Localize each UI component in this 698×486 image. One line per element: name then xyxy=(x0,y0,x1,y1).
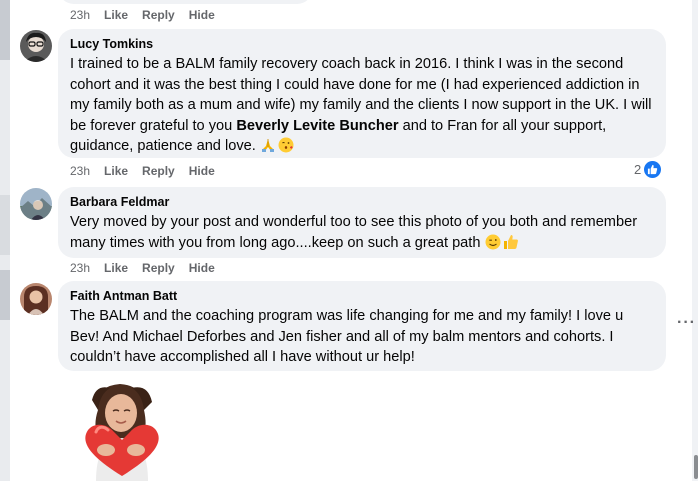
comment-timestamp[interactable]: 23h xyxy=(70,164,90,178)
comment-text: Very moved by your post and wonderful to… xyxy=(70,212,654,256)
hide-link[interactable]: Hide xyxy=(189,164,215,178)
comment-text: I trained to be a BALM family recovery c… xyxy=(70,54,654,160)
avatar-faith-antman-batt[interactable] xyxy=(20,283,52,315)
avatar-lucy-tomkins[interactable] xyxy=(20,30,52,62)
comment-bubble-barbara-feldmar: Barbara Feldmar Very moved by your post … xyxy=(58,187,666,258)
comment-actions-lucy: 23h Like Reply Hide xyxy=(70,164,229,178)
reaction-summary[interactable]: 2 xyxy=(634,161,662,178)
more-options-icon[interactable]: ··· xyxy=(677,314,696,332)
comment-bubble-lucy-tomkins: Lucy Tomkins I trained to be a BALM fami… xyxy=(58,29,666,158)
face-blowing-kiss-emoji xyxy=(278,137,294,160)
reply-link[interactable]: Reply xyxy=(142,261,175,275)
avatar-barbara-feldmar[interactable] xyxy=(20,188,52,220)
like-link[interactable]: Like xyxy=(104,8,128,22)
hide-link[interactable]: Hide xyxy=(189,261,215,275)
mentioned-user[interactable]: Beverly Levite Buncher xyxy=(236,118,398,134)
comment-actions-barbara: 23h Like Reply Hide xyxy=(70,261,229,275)
hide-link[interactable]: Hide xyxy=(189,8,215,22)
previous-comment-actions: 23h Like Reply Hide xyxy=(70,8,229,22)
comment-text: The BALM and the coaching program was li… xyxy=(70,308,624,365)
comment-author[interactable]: Lucy Tomkins xyxy=(70,37,654,51)
thumbs-up-emoji xyxy=(503,234,519,257)
comment-timestamp[interactable]: 23h xyxy=(70,8,90,22)
comment-bubble-faith-antman-batt: Faith Antman Batt The BALM and the coach… xyxy=(58,281,666,371)
like-link[interactable]: Like xyxy=(104,164,128,178)
folded-hands-emoji xyxy=(260,137,276,160)
like-link[interactable]: Like xyxy=(104,261,128,275)
scrollbar[interactable] xyxy=(692,0,698,481)
scrollbar-thumb[interactable] xyxy=(694,455,698,479)
thumbs-up-icon xyxy=(644,161,662,178)
comment-author[interactable]: Barbara Feldmar xyxy=(70,195,654,209)
reply-link[interactable]: Reply xyxy=(142,164,175,178)
reply-link[interactable]: Reply xyxy=(142,8,175,22)
hugging-heart-avatar-sticker xyxy=(76,380,168,481)
previous-comment-bubble xyxy=(58,0,313,4)
left-edge-strip xyxy=(0,0,10,481)
comment-timestamp[interactable]: 23h xyxy=(70,261,90,275)
comment-author[interactable]: Faith Antman Batt xyxy=(70,289,654,303)
winking-face-emoji xyxy=(485,234,501,257)
reaction-count: 2 xyxy=(634,162,642,177)
